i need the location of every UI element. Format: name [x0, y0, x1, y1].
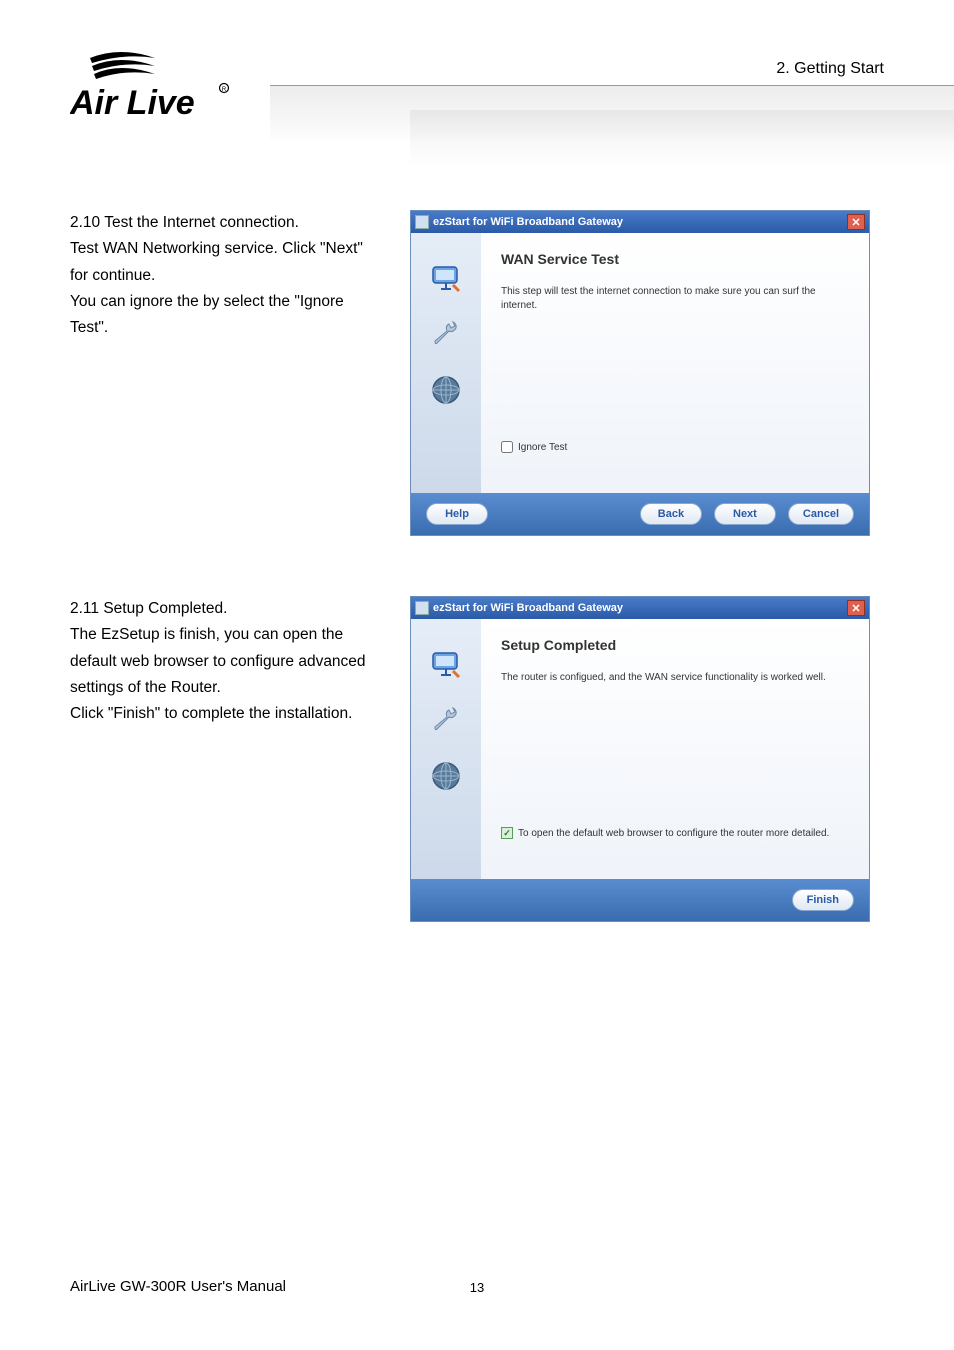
- checkbox-checked-icon[interactable]: ✓: [501, 827, 513, 839]
- globe-icon: [429, 759, 463, 793]
- app-icon: [415, 601, 429, 615]
- monitor-icon: [429, 647, 463, 681]
- wizard-description: The router is configued, and the WAN ser…: [501, 671, 849, 685]
- footer-product: AirLive GW-300R User's Manual: [70, 1278, 286, 1295]
- wizard-titlebar: ezStart for WiFi Broadband Gateway ✕: [411, 597, 869, 619]
- next-button[interactable]: Next: [714, 503, 776, 525]
- help-button[interactable]: Help: [426, 503, 488, 525]
- ignore-test-label: Ignore Test: [518, 442, 567, 453]
- step-211-text-1: The EzSetup is finish, you can open the …: [70, 622, 380, 701]
- step-210-text-2: You can ignore the by select the "Ignore…: [70, 289, 380, 342]
- wizard-title-text: ezStart for WiFi Broadband Gateway: [433, 216, 623, 228]
- wrench-icon: [429, 317, 463, 351]
- wizard-heading: WAN Service Test: [501, 251, 849, 267]
- step-210-text-1: Test WAN Networking service. Click "Next…: [70, 236, 380, 289]
- globe-icon: [429, 373, 463, 407]
- close-icon[interactable]: ✕: [847, 600, 865, 616]
- back-button[interactable]: Back: [640, 503, 702, 525]
- open-browser-checkbox[interactable]: ✓ To open the default web browser to con…: [501, 827, 829, 839]
- wizard-title-text: ezStart for WiFi Broadband Gateway: [433, 602, 623, 614]
- app-icon: [415, 215, 429, 229]
- monitor-icon: [429, 261, 463, 295]
- wizard-titlebar: ezStart for WiFi Broadband Gateway ✕: [411, 211, 869, 233]
- wizard-wan-test: ezStart for WiFi Broadband Gateway ✕: [410, 210, 870, 536]
- brand-logo: Air Live R: [70, 50, 230, 130]
- ignore-test-input[interactable]: [501, 441, 513, 453]
- section-title: 2. Getting Start: [776, 60, 884, 78]
- svg-text:R: R: [222, 87, 227, 93]
- open-browser-label: To open the default web browser to confi…: [518, 828, 829, 839]
- step-210-heading: 2.10 Test the Internet connection.: [70, 210, 380, 236]
- wizard-sidebar: [411, 619, 481, 879]
- cancel-button[interactable]: Cancel: [788, 503, 854, 525]
- wizard-sidebar: [411, 233, 481, 493]
- wrench-icon: [429, 703, 463, 737]
- page-number: 13: [470, 1280, 484, 1295]
- wizard-completed: ezStart for WiFi Broadband Gateway ✕: [410, 596, 870, 922]
- step-211-heading: 2.11 Setup Completed.: [70, 596, 380, 622]
- wizard-heading: Setup Completed: [501, 637, 849, 653]
- wizard-description: This step will test the internet connect…: [501, 285, 849, 313]
- finish-button[interactable]: Finish: [792, 889, 854, 911]
- step-211-text-2: Click "Finish" to complete the installat…: [70, 701, 380, 727]
- header-accent-2: [410, 110, 954, 165]
- close-icon[interactable]: ✕: [847, 214, 865, 230]
- svg-text:Air Live: Air Live: [70, 84, 195, 122]
- ignore-test-checkbox[interactable]: Ignore Test: [501, 441, 567, 453]
